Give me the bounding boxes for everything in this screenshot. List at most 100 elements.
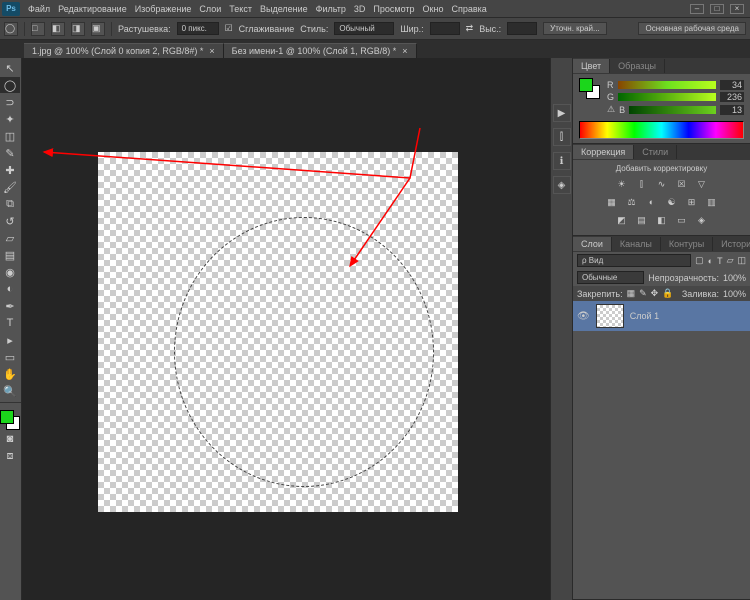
tab-color[interactable]: Цвет	[573, 59, 610, 73]
eyedropper-tool[interactable]: ✎	[0, 145, 20, 161]
tab-channels[interactable]: Каналы	[612, 237, 661, 251]
layer-thumbnail[interactable]	[596, 304, 624, 328]
add-selection-icon[interactable]: ◧	[51, 22, 65, 36]
quick-mask-tool[interactable]: ◙	[0, 431, 20, 447]
menu-layers[interactable]: Слои	[199, 4, 221, 14]
close-icon[interactable]: ×	[402, 46, 407, 56]
menu-filter[interactable]: Фильтр	[316, 4, 346, 14]
intersect-selection-icon[interactable]: ▣	[91, 22, 105, 36]
tab-samples[interactable]: Образцы	[610, 59, 665, 73]
gradient-map-icon[interactable]: ▭	[675, 213, 689, 227]
shape-tool[interactable]: ▭	[0, 349, 20, 365]
blue-slider[interactable]	[629, 106, 716, 114]
tab-paths[interactable]: Контуры	[661, 237, 713, 251]
canvas[interactable]	[98, 152, 458, 512]
spectrum-picker[interactable]	[579, 121, 744, 139]
healing-tool[interactable]: ✚	[0, 162, 20, 178]
photo-filter-icon[interactable]: ☯	[665, 195, 679, 209]
lookup-icon[interactable]: ▥	[705, 195, 719, 209]
close-icon[interactable]: ×	[209, 46, 214, 56]
hand-tool[interactable]: ✋	[0, 366, 20, 382]
lock-trans-icon[interactable]: ▦	[627, 288, 636, 299]
pen-tool[interactable]: ✒	[0, 298, 20, 314]
bw-icon[interactable]: ◐	[645, 195, 659, 209]
mixer-icon[interactable]: ⊞	[685, 195, 699, 209]
crop-tool[interactable]: ◫	[0, 128, 20, 144]
balance-icon[interactable]: ⚖	[625, 195, 639, 209]
menu-file[interactable]: Файл	[28, 4, 50, 14]
visibility-icon[interactable]: 👁	[577, 311, 590, 322]
gradient-tool[interactable]: ▤	[0, 247, 20, 263]
layer-name[interactable]: Слой 1	[630, 311, 659, 321]
filter-smart-icon[interactable]: ◫	[737, 255, 746, 266]
document-tab[interactable]: 1.jpg @ 100% (Слой 0 копия 2, RGB/8#) *×	[24, 43, 224, 58]
restore-button[interactable]: □	[710, 4, 724, 14]
opacity-value[interactable]: 100%	[723, 273, 746, 283]
feather-input[interactable]	[177, 22, 219, 35]
menu-3d[interactable]: 3D	[354, 4, 366, 14]
brightness-icon[interactable]: ☀	[615, 177, 629, 191]
brush-tool[interactable]: 🖌	[0, 179, 20, 195]
eraser-tool[interactable]: ▱	[0, 230, 20, 246]
play-icon[interactable]: ▶	[553, 104, 571, 122]
stamp-tool[interactable]: ⧉	[0, 196, 20, 212]
history-brush-tool[interactable]: ↺	[0, 213, 20, 229]
subtract-selection-icon[interactable]: ◨	[71, 22, 85, 36]
canvas-area[interactable]	[22, 58, 550, 600]
curves-icon[interactable]: ∿	[655, 177, 669, 191]
layer-filter-select[interactable]: ρ Вид	[577, 254, 691, 267]
blur-tool[interactable]: ◉	[0, 264, 20, 280]
vibrance-icon[interactable]: ▽	[695, 177, 709, 191]
green-slider[interactable]	[618, 93, 716, 101]
tab-layers[interactable]: Слои	[573, 237, 612, 251]
close-button[interactable]: ×	[730, 4, 744, 14]
swap-icon[interactable]: ⇄	[466, 23, 474, 34]
info-icon[interactable]: ℹ	[553, 152, 571, 170]
menu-help[interactable]: Справка	[451, 4, 486, 14]
cube-icon[interactable]: ◈	[553, 176, 571, 194]
tab-history[interactable]: История	[713, 237, 750, 251]
selective-icon[interactable]: ◈	[695, 213, 709, 227]
document-tab[interactable]: Без имени-1 @ 100% (Слой 1, RGB/8) *×	[224, 43, 417, 58]
menu-image[interactable]: Изображение	[135, 4, 192, 14]
red-slider[interactable]	[618, 81, 717, 89]
lock-pos-icon[interactable]: ✥	[651, 288, 659, 299]
color-swatches[interactable]	[0, 410, 20, 430]
filter-type-icon[interactable]: T	[717, 256, 723, 266]
tool-preset-icon[interactable]: ◯	[4, 22, 18, 36]
dodge-tool[interactable]: ◐	[0, 281, 20, 297]
exposure-icon[interactable]: ☒	[675, 177, 689, 191]
refine-edge-button[interactable]: Уточн. край...	[543, 22, 607, 35]
antialias-checkbox[interactable]: ☑	[225, 23, 233, 34]
quick-select-tool[interactable]: ✦	[0, 111, 20, 127]
lock-all-icon[interactable]: 🔒	[662, 288, 673, 299]
filter-shape-icon[interactable]: ▱	[727, 255, 734, 266]
workspace-button[interactable]: Основная рабочая среда	[638, 22, 746, 35]
posterize-icon[interactable]: ▤	[635, 213, 649, 227]
menu-view[interactable]: Просмотр	[373, 4, 414, 14]
minimize-button[interactable]: –	[690, 4, 704, 14]
histogram-icon[interactable]: ⫿	[553, 128, 571, 146]
filter-img-icon[interactable]: ▢	[695, 255, 704, 266]
path-select-tool[interactable]: ▸	[0, 332, 20, 348]
menu-edit[interactable]: Редактирование	[58, 4, 127, 14]
screen-mode-tool[interactable]: ⧈	[0, 448, 20, 464]
tab-styles[interactable]: Стили	[634, 145, 677, 159]
lock-pixels-icon[interactable]: ✎	[639, 288, 647, 299]
type-tool[interactable]: T	[0, 315, 20, 331]
width-input[interactable]	[430, 22, 460, 35]
tab-correction[interactable]: Коррекция	[573, 145, 634, 159]
menu-text[interactable]: Текст	[229, 4, 252, 14]
blend-mode-select[interactable]: Обычные	[577, 271, 644, 284]
elliptical-marquee-tool[interactable]: ◯	[0, 77, 20, 93]
fgbg-mini-icon[interactable]	[579, 78, 601, 100]
height-input[interactable]	[507, 22, 537, 35]
zoom-tool[interactable]: 🔍	[0, 383, 20, 399]
filter-adj-icon[interactable]: ◐	[708, 256, 713, 266]
new-selection-icon[interactable]: □	[31, 22, 45, 36]
style-select[interactable]: Обычный	[334, 22, 394, 35]
levels-icon[interactable]: ⫿	[635, 177, 649, 191]
threshold-icon[interactable]: ◧	[655, 213, 669, 227]
menu-select[interactable]: Выделение	[260, 4, 308, 14]
layer-row[interactable]: 👁 Слой 1	[573, 301, 750, 331]
